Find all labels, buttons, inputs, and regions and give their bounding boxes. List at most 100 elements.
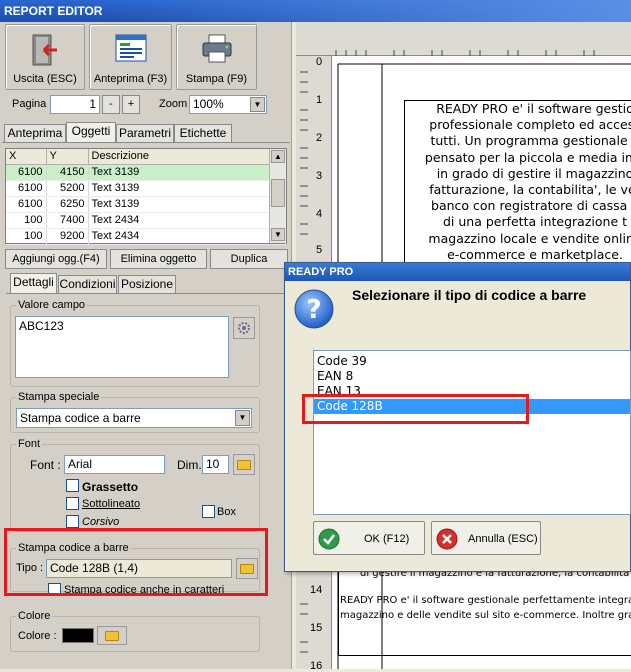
dialog-titlebar: READY PRO [285, 263, 630, 281]
special-print-select[interactable]: Stampa codice a barre [16, 408, 252, 428]
font-picker-button[interactable] [233, 454, 255, 475]
field-value-textarea[interactable]: ABC123 [15, 316, 229, 378]
doc-line: di una perfetta integrazione t [442, 214, 628, 230]
cell-x: 100 [6, 228, 47, 245]
chevron-down-icon[interactable]: ▼ [250, 97, 265, 112]
color-label: Colore : [18, 630, 57, 642]
preview-button[interactable]: Anteprima (F3) [89, 24, 172, 90]
tab-condizioni[interactable]: Condizioni [58, 275, 117, 293]
window-titlebar: REPORT EDITOR [0, 0, 631, 22]
question-icon: ? [294, 289, 334, 329]
scroll-down-icon[interactable]: ▼ [271, 228, 285, 241]
chevron-down-icon[interactable]: ▼ [235, 410, 250, 426]
cell-descrizione: Text 2434 [88, 212, 286, 229]
font-group-label: Font [16, 438, 43, 450]
tab-anteprima[interactable]: Anteprima [4, 124, 66, 142]
doc-line: professionale completo ed access [429, 117, 631, 133]
cell-descrizione: Text 3139 [88, 180, 286, 197]
field-value-options-button[interactable] [233, 317, 255, 339]
exit-door-icon [32, 34, 57, 66]
cell-x: 6100 [6, 196, 47, 213]
bold-checkbox[interactable] [66, 479, 79, 492]
exit-button[interactable]: Uscita (ESC) [5, 24, 85, 90]
doc-line: e-commerce e marketplace. [447, 246, 623, 262]
gear-icon [238, 322, 250, 334]
special-print-value: Stampa codice a barre [20, 411, 141, 425]
tab-divider [2, 142, 290, 143]
duplicate-button[interactable]: Duplica [210, 249, 288, 269]
underline-checkbox[interactable] [66, 497, 79, 510]
color-swatch[interactable] [62, 628, 94, 643]
underline-label: Sottolineato [82, 498, 141, 510]
printer-icon [202, 34, 231, 63]
font-input[interactable]: Arial [64, 455, 165, 474]
dialog-prompt: Selezionare il tipo di codice a barre [352, 287, 587, 303]
ok-label: OK (F12) [364, 533, 410, 545]
objects-grid[interactable]: X Y Descrizione 6100 4150 Text 3139 6100… [5, 148, 287, 245]
cancel-label: Annulla (ESC) [468, 533, 538, 545]
report-block-border [338, 572, 631, 656]
box-checkbox[interactable] [202, 505, 215, 518]
cell-descrizione: Text 3139 [88, 164, 286, 181]
list-item[interactable]: EAN 8 [314, 369, 630, 384]
detail-tab-divider [6, 293, 288, 294]
cell-y: 7400 [46, 212, 89, 229]
page-next-button[interactable]: + [122, 95, 140, 114]
bold-label: Grassetto [82, 480, 139, 494]
table-row[interactable]: 6100 5200 Text 3139 [6, 180, 286, 197]
print-button[interactable]: Stampa (F9) [176, 24, 257, 90]
barcode-type-list[interactable]: Code 39 EAN 8 EAN 13 Code 128B [313, 350, 631, 515]
cell-descrizione: Text 3139 [88, 196, 286, 213]
preview-window-icon [115, 34, 146, 62]
table-row[interactable]: 100 9200 Text 2434 [6, 228, 286, 245]
column-x[interactable]: X [6, 149, 47, 165]
doc-line: tutti. Un programma gestionale u [430, 133, 631, 149]
list-item[interactable]: Code 39 [314, 354, 630, 369]
page-input[interactable]: 1 [50, 95, 100, 114]
column-descrizione[interactable]: Descrizione [88, 149, 286, 165]
scroll-up-icon[interactable]: ▲ [271, 150, 285, 163]
tab-parametri[interactable]: Parametri [116, 124, 174, 142]
doc-line: pensato per la piccola e media imp [424, 149, 631, 165]
tab-etichette[interactable]: Etichette [174, 124, 232, 142]
box-label: Box [217, 506, 236, 518]
cell-x: 6100 [6, 164, 47, 181]
column-y[interactable]: Y [46, 149, 89, 165]
cell-y: 5200 [46, 180, 89, 197]
cell-y: 6250 [46, 196, 89, 213]
report-text-block[interactable]: READY PRO e' il software gestio professi… [404, 100, 631, 262]
scroll-thumb[interactable] [271, 179, 285, 207]
page-prev-button[interactable]: - [102, 95, 120, 114]
cell-y: 9200 [46, 228, 89, 245]
color-picker-button[interactable] [97, 626, 127, 645]
titlebar-gradient [100, 0, 631, 22]
font-size-input[interactable]: 10 [202, 455, 229, 474]
print-label: Stampa (F9) [185, 73, 248, 85]
table-row[interactable]: 100 7400 Text 2434 [6, 212, 286, 229]
grid-scrollbar[interactable]: ▲ ▼ [269, 149, 286, 243]
tab-oggetti[interactable]: Oggetti [66, 122, 116, 142]
folder-icon [105, 631, 119, 641]
barcode-type-dialog: READY PRO ? Selezionare il tipo di codic… [284, 262, 631, 572]
svg-text:?: ? [306, 295, 321, 325]
doc-line: in grado di gestire il magazzino [436, 165, 631, 181]
table-row[interactable]: 6100 6250 Text 3139 [6, 196, 286, 213]
font-size-label: Dim. [177, 458, 202, 472]
folder-icon [237, 460, 251, 470]
table-row[interactable]: 6100 4150 Text 3139 [6, 164, 286, 181]
zoom-value: 100% [193, 97, 224, 111]
cell-descrizione: Text 2434 [88, 228, 286, 245]
delete-object-button[interactable]: Elimina oggetto [110, 249, 207, 269]
italic-checkbox[interactable] [66, 515, 79, 528]
field-value-text: ABC123 [19, 319, 64, 333]
highlight-selected-option [302, 394, 529, 424]
ok-button[interactable]: OK (F12) [313, 521, 425, 555]
add-object-button[interactable]: Aggiungi ogg.(F4) [5, 249, 107, 269]
doc-line: magazzino locale e vendite online [428, 230, 631, 246]
tab-dettagli[interactable]: Dettagli [10, 273, 57, 293]
zoom-label: Zoom [159, 98, 188, 110]
cancel-button[interactable]: Annulla (ESC) [431, 521, 541, 555]
window-title: REPORT EDITOR [4, 4, 103, 18]
tab-posizione[interactable]: Posizione [118, 275, 176, 293]
special-print-group-label: Stampa speciale [16, 391, 102, 403]
